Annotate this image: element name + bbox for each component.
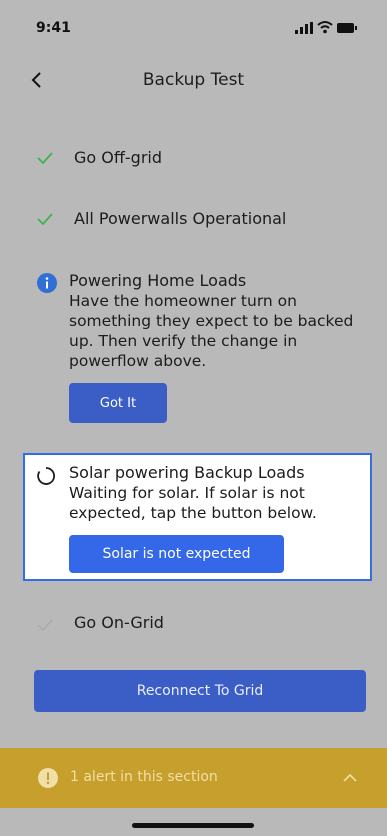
status-bar: 9:41 xyxy=(0,0,387,50)
home-indicator xyxy=(132,823,254,828)
screen: 9:41 Backup Test Go Off-grid All Powerwa… xyxy=(0,0,387,836)
step-title: Go On-Grid xyxy=(74,613,164,632)
chevron-up-icon[interactable] xyxy=(340,768,360,788)
step-description: Have the homeowner turn on something the… xyxy=(69,292,354,370)
alert-bar[interactable]: 1 alert in this section xyxy=(0,748,387,808)
nav-bar: Backup Test xyxy=(0,60,387,100)
reconnect-to-grid-button[interactable]: Reconnect To Grid xyxy=(34,670,366,712)
info-icon xyxy=(37,273,57,293)
battery-icon xyxy=(337,23,357,33)
step-title: Powering Home Loads xyxy=(69,271,247,290)
got-it-button[interactable]: Got It xyxy=(69,383,167,423)
solar-not-expected-button[interactable]: Solar is not expected xyxy=(69,535,284,573)
status-time: 9:41 xyxy=(36,20,71,36)
step-title: All Powerwalls Operational xyxy=(74,209,287,228)
cellular-signal-icon xyxy=(295,22,313,34)
step-title: Go Off-grid xyxy=(74,148,162,167)
step-description: Waiting for solar. If solar is not expec… xyxy=(69,484,317,522)
wifi-icon xyxy=(317,21,333,34)
loading-spinner-icon xyxy=(37,467,55,485)
page-title: Backup Test xyxy=(142,70,245,90)
alert-icon xyxy=(38,768,58,788)
step-title: Solar powering Backup Loads xyxy=(69,463,305,482)
checkmark-icon xyxy=(37,213,53,226)
alert-text: 1 alert in this section xyxy=(70,769,218,785)
checkmark-icon xyxy=(37,152,53,165)
checkmark-pending-icon xyxy=(37,619,53,632)
